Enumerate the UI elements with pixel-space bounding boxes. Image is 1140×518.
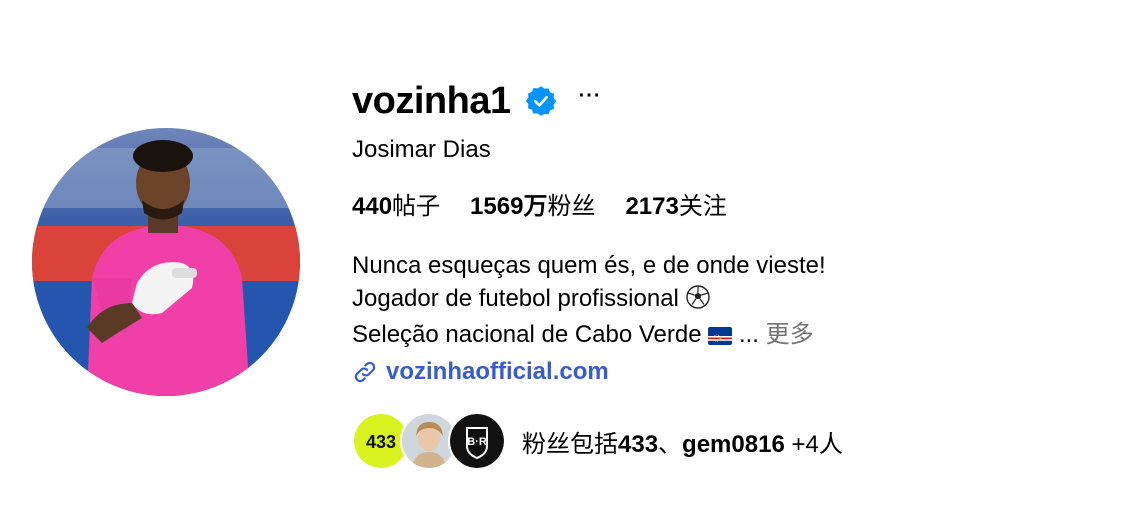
cape-verde-flag-icon xyxy=(708,321,733,354)
followed-by-suffix: +4人 xyxy=(784,430,843,458)
follower-avatars: 433 B·R xyxy=(352,412,506,470)
link-icon xyxy=(354,361,376,383)
bio-line-3: Seleção nacional de Cabo Verde ... 更多 xyxy=(352,318,1112,354)
followed-by[interactable]: 433 B·R 粉丝包括433、gem0816 +4人 xyxy=(352,412,1112,470)
bio-line-3-text: Seleção nacional de Cabo Verde xyxy=(352,321,702,348)
profile-info: vozinha1 ··· Josimar Dias 440帖子 1569万粉丝 … xyxy=(352,78,1112,470)
follower-avatar-br-text: B·R xyxy=(467,436,487,448)
soccer-ball-icon xyxy=(685,285,710,318)
followed-by-text: 粉丝包括433、gem0816 +4人 xyxy=(522,424,843,459)
username: vozinha1 xyxy=(352,79,511,122)
followed-by-name-2: gem0816 xyxy=(682,430,785,458)
profile-avatar[interactable] xyxy=(32,128,300,396)
profile-stats: 440帖子 1569万粉丝 2173关注 xyxy=(352,186,1112,221)
bio: Nunca esqueças quem és, e de onde vieste… xyxy=(352,249,1112,354)
following-label: 关注 xyxy=(678,193,727,220)
following-stat[interactable]: 2173关注 xyxy=(625,186,726,221)
follower-avatar-433-text: 433 xyxy=(366,432,396,452)
bio-line-2-text: Jogador de futebol profissional xyxy=(352,285,679,312)
followed-by-prefix: 粉丝包括 xyxy=(522,430,618,458)
username-row: vozinha1 ··· xyxy=(352,78,1112,124)
followers-count: 1569万 xyxy=(470,193,548,220)
bio-line-2: Jogador de futebol profissional xyxy=(352,282,1112,318)
more-options-button[interactable]: ··· xyxy=(579,86,602,106)
bio-line-1: Nunca esqueças quem és, e de onde vieste… xyxy=(352,252,826,279)
followed-by-separator: 、 xyxy=(658,430,683,458)
verified-badge-icon xyxy=(525,85,557,117)
bio-ellipsis: ... xyxy=(738,321,759,348)
bio-more-button[interactable]: 更多 xyxy=(766,321,814,348)
posts-label: 帖子 xyxy=(392,193,441,220)
posts-count: 440 xyxy=(352,193,393,220)
full-name: Josimar Dias xyxy=(352,136,491,163)
avatar-photo xyxy=(32,128,300,396)
website-link[interactable]: vozinhaofficial.com xyxy=(352,358,1112,386)
followers-label: 粉丝 xyxy=(547,193,596,220)
followers-stat[interactable]: 1569万粉丝 xyxy=(470,186,595,221)
followed-by-name-1: 433 xyxy=(618,430,659,458)
posts-stat[interactable]: 440帖子 xyxy=(352,186,440,221)
follower-avatar-br: B·R xyxy=(448,412,506,470)
website-label: vozinhaofficial.com xyxy=(386,358,609,385)
following-count: 2173 xyxy=(625,193,679,220)
